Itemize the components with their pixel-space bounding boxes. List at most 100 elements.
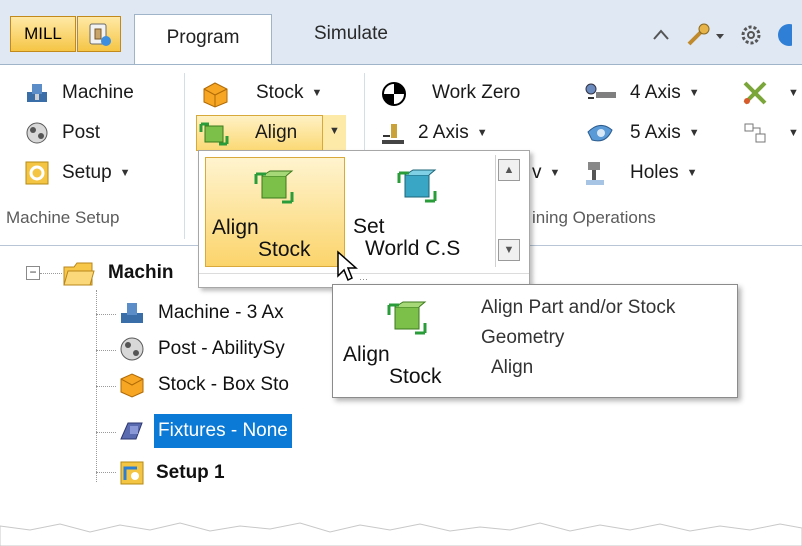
four-axis-label: 4 Axis xyxy=(630,82,681,103)
holes-drill-icon xyxy=(584,160,618,186)
stock-label: Stock xyxy=(256,82,304,103)
folder-icon xyxy=(62,259,96,287)
two-axis-dropdown-arrow-icon[interactable]: ▼ xyxy=(477,127,488,139)
stock-box-icon xyxy=(118,371,146,399)
quick-access-tool-icon[interactable] xyxy=(77,16,121,52)
tooltip-command-name: Align xyxy=(491,357,534,378)
machine-setup-group-label: Machine Setup xyxy=(6,208,120,227)
setup-button[interactable]: Setup ▼ xyxy=(24,155,131,191)
setup-dropdown-arrow-icon[interactable]: ▼ xyxy=(120,167,131,179)
align-stock-icon xyxy=(254,170,294,204)
set-world-cs-line2: World C.S xyxy=(365,237,461,260)
post-label: Post xyxy=(62,122,101,143)
tree-root-label: Machin xyxy=(108,262,174,283)
mill-mode-button[interactable]: MILL xyxy=(10,16,76,52)
five-axis-dropdown-arrow-icon[interactable]: ▼ xyxy=(689,127,700,139)
four-axis-dropdown-arrow-icon[interactable]: ▼ xyxy=(689,87,700,99)
four-axis-icon xyxy=(584,80,618,106)
tree-item-post[interactable]: Post - AbilitySy xyxy=(118,332,285,366)
layout-button[interactable]: ▼ xyxy=(742,115,799,151)
tree-item-stock-label: Stock - Box Sto xyxy=(158,374,289,395)
stock-button[interactable]: Stock ▼ xyxy=(200,75,322,111)
five-axis-label: 5 Axis xyxy=(630,122,681,143)
tree-item-fixtures[interactable]: Fixtures - None xyxy=(118,414,292,448)
tree-connector xyxy=(96,472,116,473)
fixtures-icon xyxy=(118,417,146,445)
holes-dropdown-arrow-icon[interactable]: ▼ xyxy=(687,167,698,179)
tree-item-machine[interactable]: Machine - 3 Ax xyxy=(118,296,284,330)
scroll-down-icon[interactable]: ▼ xyxy=(498,239,520,261)
five-axis-icon xyxy=(584,120,618,146)
align-dropdown-arrow-icon[interactable]: ▼ xyxy=(322,115,346,151)
machine-label: Machine xyxy=(62,82,134,103)
scroll-up-icon[interactable]: ▲ xyxy=(498,159,520,181)
work-zero-button[interactable]: Work Zero xyxy=(380,75,520,111)
tools-dropdown-arrow-icon[interactable]: ▼ xyxy=(788,87,799,99)
gallery-item-set-world-cs[interactable]: Set World C.S xyxy=(349,157,489,267)
gallery-scrollbar[interactable]: ▲ ▼ xyxy=(495,155,523,267)
settings-gear-icon[interactable] xyxy=(738,22,764,48)
machine-icon xyxy=(24,80,50,106)
five-axis-button[interactable]: 5 Axis ▼ xyxy=(584,115,700,151)
tree-item-post-label: Post - AbilitySy xyxy=(158,338,285,359)
align-label: Align xyxy=(255,122,298,143)
tree-collapse-icon[interactable]: − xyxy=(26,266,40,280)
set-world-cs-line1: Set xyxy=(353,215,385,238)
tooltip-description-line2: Geometry xyxy=(481,327,565,348)
top-right-toolbar xyxy=(648,20,792,50)
align-stock-line2: Stock xyxy=(258,238,311,261)
collapse-ribbon-icon[interactable] xyxy=(648,22,674,48)
two-axis-icon xyxy=(380,120,406,146)
machining-operations-group-label: ining Operations xyxy=(532,208,656,227)
post-button[interactable]: Post xyxy=(24,115,100,151)
four-axis-button[interactable]: 4 Axis ▼ xyxy=(584,75,700,111)
layout-icon xyxy=(742,120,768,146)
group-divider xyxy=(184,73,185,239)
setup-icon xyxy=(24,160,50,186)
tree-item-setup[interactable]: Setup 1 xyxy=(118,456,225,490)
tree-item-stock[interactable]: Stock - Box Sto xyxy=(118,368,289,402)
torn-edge-decoration xyxy=(0,522,802,546)
set-world-cs-icon xyxy=(397,169,437,203)
tree-item-setup-label: Setup 1 xyxy=(156,462,225,483)
tooltip-icon-line2: Stock xyxy=(389,365,442,388)
tab-simulate[interactable]: Simulate xyxy=(300,10,402,52)
two-axis-label: 2 Axis xyxy=(418,122,469,143)
holes-label: Holes xyxy=(630,162,679,183)
align-stock-icon xyxy=(199,120,229,146)
tooltip-description-line1: Align Part and/or Stock xyxy=(481,297,676,318)
post-icon xyxy=(24,120,50,146)
tooltip-icon-line1: Align xyxy=(343,343,390,366)
work-zero-label: Work Zero xyxy=(432,82,521,103)
setup-icon xyxy=(118,459,146,487)
align-stock-icon xyxy=(387,301,427,335)
three-axis-button-partial[interactable]: v ▼ xyxy=(532,155,560,191)
tree-connector xyxy=(96,432,116,433)
gallery-item-align-stock[interactable]: Align Stock xyxy=(205,157,345,267)
holes-button[interactable]: Holes ▼ xyxy=(584,155,697,191)
two-axis-button[interactable]: 2 Axis ▼ xyxy=(380,115,488,151)
layout-dropdown-arrow-icon[interactable]: ▼ xyxy=(788,127,799,139)
stock-dropdown-arrow-icon[interactable]: ▼ xyxy=(312,87,323,99)
three-axis-dropdown-arrow-icon[interactable]: ▼ xyxy=(550,167,561,179)
setup-label: Setup xyxy=(62,162,112,183)
machine-button[interactable]: Machine xyxy=(24,75,134,111)
tools-button[interactable]: ▼ xyxy=(742,75,799,111)
align-stock-tooltip: Align Stock Align Part and/or Stock Geom… xyxy=(332,284,738,398)
tools-icon[interactable] xyxy=(686,22,726,48)
align-gallery-dropdown: Align Stock Set World C.S ▲ ▼ ⋯ xyxy=(198,150,530,288)
tree-root-machining[interactable]: Machin xyxy=(62,256,173,290)
help-icon[interactable] xyxy=(776,22,792,48)
align-stock-line1: Align xyxy=(212,216,259,239)
machine-icon xyxy=(118,299,146,327)
ribbon-tab-bar: MILL Program Simulate xyxy=(0,0,802,66)
three-axis-label-partial: v xyxy=(532,162,542,183)
tools-scissors-icon xyxy=(742,80,768,106)
tree-connector xyxy=(96,386,116,387)
tree-connector xyxy=(96,350,116,351)
tree-connector xyxy=(40,273,62,274)
mouse-cursor-icon xyxy=(337,250,358,282)
tree-item-machine-label: Machine - 3 Ax xyxy=(158,302,284,323)
tab-program[interactable]: Program xyxy=(134,14,272,66)
stock-box-icon xyxy=(200,80,230,108)
